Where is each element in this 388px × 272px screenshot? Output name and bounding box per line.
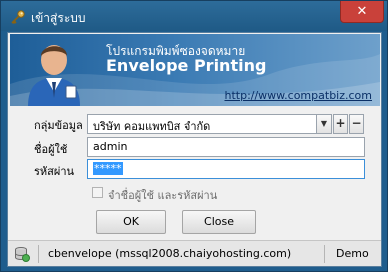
- password-input[interactable]: *****: [87, 159, 365, 179]
- close-window-button[interactable]: ✕: [340, 1, 384, 23]
- banner-app-name: Envelope Printing: [106, 56, 267, 75]
- status-separator: [324, 245, 325, 263]
- data-group-select[interactable]: บริษัท คอมแพทบิส จำกัด: [87, 114, 317, 134]
- remove-group-button[interactable]: −: [349, 114, 364, 134]
- database-icon: [15, 247, 30, 262]
- password-masked-value: *****: [93, 162, 123, 175]
- connection-status: cbenvelope (mssql2008.chaiyohosting.com): [48, 247, 292, 260]
- title-bar: เข้าสู่ระบบ ✕: [1, 1, 387, 31]
- window-title: เข้าสู่ระบบ: [31, 11, 86, 25]
- close-button[interactable]: Close: [182, 210, 256, 234]
- status-separator: [38, 245, 39, 263]
- website-link[interactable]: http://www.compatbiz.com: [224, 89, 372, 102]
- username-input[interactable]: admin: [87, 137, 365, 157]
- mode-status: Demo: [336, 247, 369, 260]
- key-icon: [11, 10, 25, 25]
- user-avatar-icon: [28, 45, 80, 106]
- remember-me-checkbox[interactable]: [92, 187, 103, 198]
- remember-me-label[interactable]: จำชื่อผู้ใช้ และรหัสผ่าน: [108, 186, 217, 204]
- login-window: เข้าสู่ระบบ ✕ โปรแกรมพิมพ์ซองจดหมาย Enve…: [0, 0, 388, 272]
- header-banner: โปรแกรมพิมพ์ซองจดหมาย Envelope Printing …: [10, 34, 380, 106]
- dialog-body: โปรแกรมพิมพ์ซองจดหมาย Envelope Printing …: [7, 32, 382, 267]
- status-bar: cbenvelope (mssql2008.chaiyohosting.com)…: [8, 240, 381, 266]
- add-group-button[interactable]: +: [333, 114, 348, 134]
- chevron-down-icon[interactable]: ▼: [317, 114, 332, 134]
- data-group-label: กลุ่มข้อมูล: [34, 119, 83, 132]
- password-label: รหัสผ่าน: [34, 165, 75, 178]
- ok-button[interactable]: OK: [96, 210, 166, 234]
- username-label: ชื่อผู้ใช้: [34, 143, 68, 156]
